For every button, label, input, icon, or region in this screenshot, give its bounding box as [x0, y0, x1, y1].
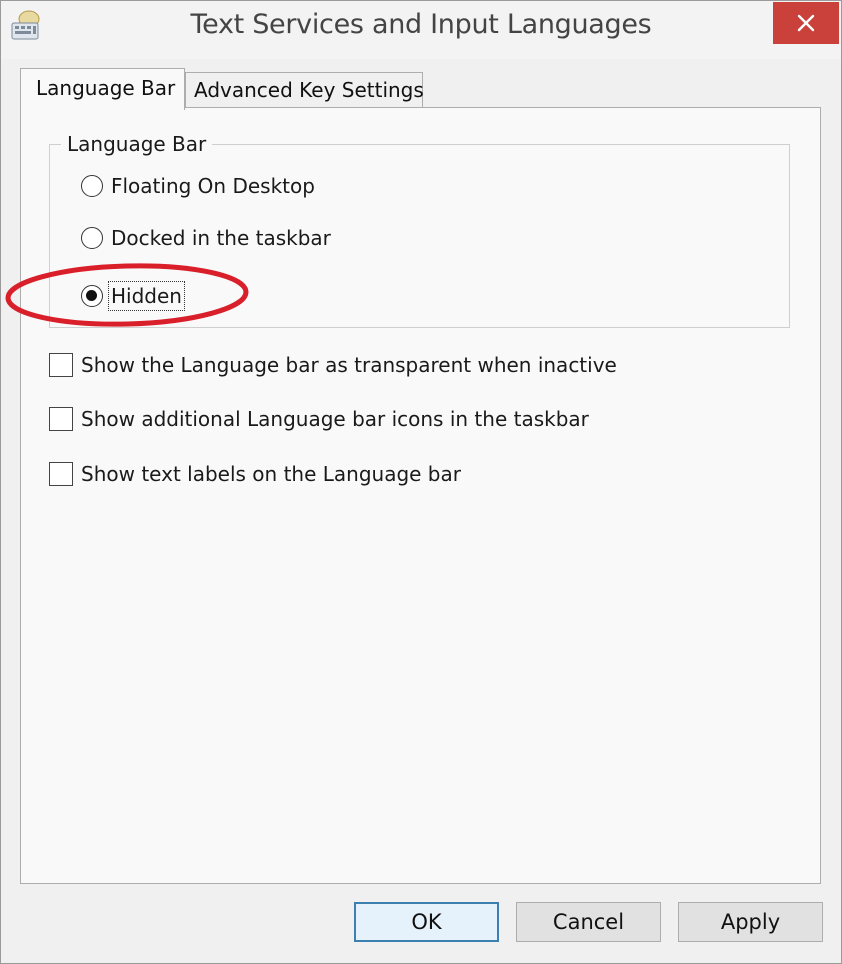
- radio-circle[interactable]: [81, 227, 103, 249]
- checkbox-box[interactable]: [49, 462, 73, 486]
- apply-button[interactable]: Apply: [678, 902, 823, 942]
- cancel-button[interactable]: Cancel: [516, 902, 661, 942]
- tab-language-bar[interactable]: Language Bar: [20, 68, 185, 110]
- close-button[interactable]: [773, 2, 839, 44]
- radio-circle[interactable]: [81, 175, 103, 197]
- checkbox-label: Show the Language bar as transparent whe…: [81, 353, 617, 377]
- tab-advanced-key-settings[interactable]: Advanced Key Settings: [185, 72, 424, 108]
- ok-button[interactable]: OK: [354, 902, 499, 942]
- radio-circle[interactable]: [81, 285, 103, 307]
- radio-label: Docked in the taskbar: [111, 226, 331, 250]
- radio-label: Floating On Desktop: [111, 174, 315, 198]
- tab-language-bar-label: Language Bar: [36, 76, 176, 100]
- window-title: Text Services and Input Languages: [190, 9, 652, 40]
- checkbox-box[interactable]: [49, 407, 73, 431]
- close-x-icon: [797, 14, 815, 32]
- tab-advanced-key-settings-label: Advanced Key Settings: [194, 78, 424, 102]
- checkbox-label: Show additional Language bar icons in th…: [81, 407, 589, 431]
- dialog-window: Text Services and Input Languages Langua…: [0, 0, 842, 964]
- title-bar: Text Services and Input Languages: [1, 1, 841, 59]
- radio-label: Hidden: [108, 281, 185, 311]
- groupbox-legend: Language Bar: [61, 133, 213, 155]
- checkbox-label: Show text labels on the Language bar: [81, 462, 461, 486]
- radio-selected-dot: [86, 290, 97, 301]
- checkbox-box[interactable]: [49, 353, 73, 377]
